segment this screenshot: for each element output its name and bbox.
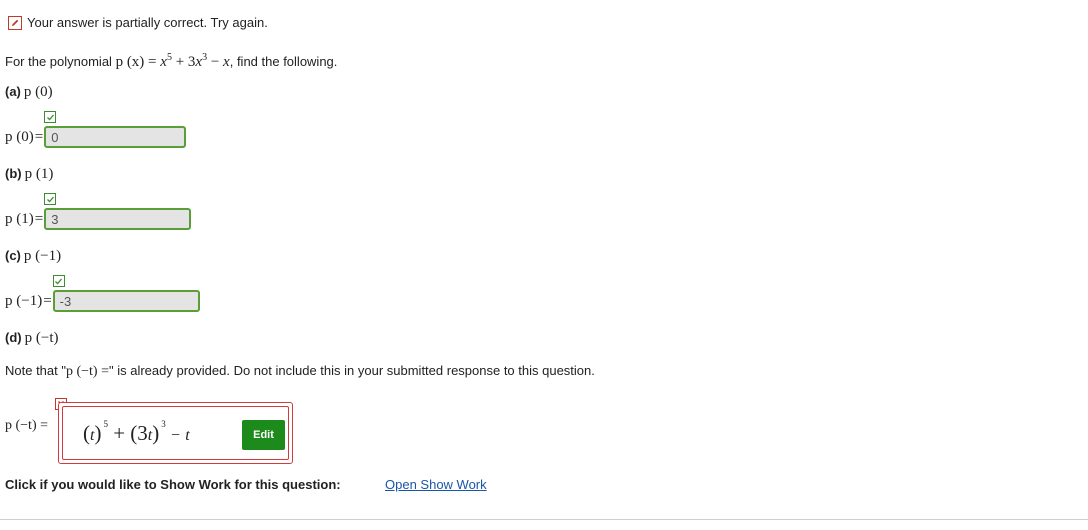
part-a-lhs: p (0) (5, 128, 34, 145)
part-b-lhs: p (1) (5, 210, 34, 227)
part-b-answer-row: p (1) = 3 (5, 193, 192, 231)
part-d-answer-expression: (t) 5 + (3t) 3 − t (83, 419, 190, 445)
part-d-lhs: p (−t) = (5, 418, 49, 433)
check-icon (44, 111, 57, 123)
part-c-label: (c) p (−1) (5, 248, 62, 264)
polynomial: p (x) = x5 + 3x3 − x (115, 52, 230, 70)
status-text: Your answer is partially correct. Try ag… (27, 15, 268, 30)
check-icon (44, 193, 57, 205)
problem-suffix: , find the following. (229, 54, 338, 69)
problem-statement: For the polynomial p (x) = x5 + 3x3 − x,… (5, 52, 337, 71)
note-text: Note that "p (−t) =" is already provided… (5, 363, 595, 379)
part-b-answer-field[interactable]: 3 (44, 208, 192, 230)
open-show-work-link[interactable]: Open Show Work (385, 477, 487, 492)
part-a-label: (a) p (0) (5, 84, 53, 100)
divider (0, 519, 1088, 520)
show-work-prompt: Click if you would like to Show Work for… (5, 477, 341, 492)
pencil-icon (8, 15, 22, 30)
part-d-label: (d) p (−t) (5, 330, 59, 346)
edit-button[interactable]: Edit (242, 420, 285, 450)
problem-prefix: For the polynomial (5, 54, 116, 69)
part-d-answer-field[interactable]: (t) 5 + (3t) 3 − t Edit (58, 402, 293, 464)
part-a-answer-row: p (0) = 0 (5, 111, 187, 149)
part-c-lhs: p (−1) (5, 292, 43, 309)
part-b-label: (b) p (1) (5, 166, 54, 182)
part-c-answer-field[interactable]: -3 (52, 290, 200, 312)
status-message: Your answer is partially correct. Try ag… (8, 15, 268, 30)
part-c-answer-row: p (−1) = -3 (5, 275, 200, 313)
check-icon (52, 275, 65, 287)
part-a-answer-field[interactable]: 0 (44, 126, 187, 148)
